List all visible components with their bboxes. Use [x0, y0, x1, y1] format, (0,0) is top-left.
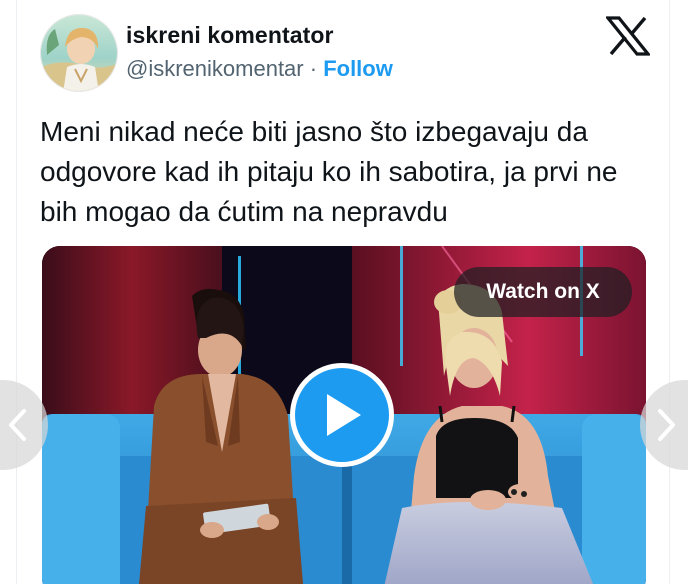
watch-on-x-button[interactable]: Watch on X: [454, 267, 632, 317]
play-button[interactable]: [290, 363, 394, 467]
author-handle[interactable]: @iskrenikomentar: [126, 56, 304, 81]
avatar[interactable]: [40, 14, 118, 92]
chevron-right-icon: [658, 409, 675, 441]
author-name[interactable]: iskreni komentator: [126, 22, 334, 49]
follow-button[interactable]: Follow: [323, 56, 393, 81]
x-logo-icon[interactable]: [604, 16, 652, 56]
card-border-right: [669, 0, 670, 584]
card-border-left: [16, 0, 17, 584]
tweet-embed: iskreni komentator @iskrenikomentar · Fo…: [0, 0, 688, 584]
tweet-header: iskreni komentator @iskrenikomentar · Fo…: [40, 14, 660, 94]
carousel-prev-button[interactable]: [0, 380, 48, 470]
chevron-left-icon: [9, 409, 26, 441]
play-icon: [327, 394, 361, 436]
avatar-image: [41, 15, 117, 91]
author-handle-row: @iskrenikomentar · Follow: [126, 56, 393, 82]
tweet-text: Meni nikad neće biti jasno što izbegavaj…: [40, 116, 618, 227]
carousel-next-button[interactable]: [640, 380, 688, 470]
handle-separator: ·: [303, 56, 324, 81]
video-player[interactable]: Watch on X: [42, 246, 646, 584]
